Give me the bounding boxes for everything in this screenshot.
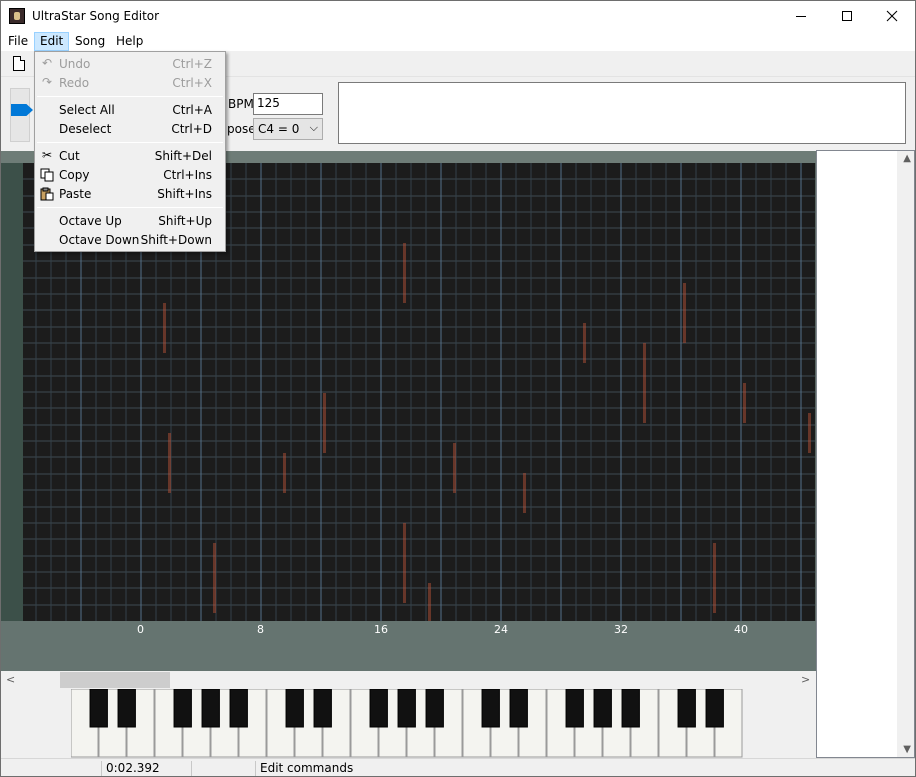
piano-black-key[interactable]: [117, 689, 136, 728]
status-cell-empty: [1, 761, 101, 776]
status-message: Edit commands: [255, 761, 815, 776]
piano-black-key[interactable]: [481, 689, 500, 728]
paste-icon: [40, 187, 54, 201]
menu-item-undo[interactable]: ↶ Undo Ctrl+Z: [37, 54, 223, 73]
beat-tick-label: 40: [734, 623, 748, 636]
scroll-right-icon[interactable]: >: [801, 673, 810, 686]
piano-black-key[interactable]: [677, 689, 696, 728]
menu-song[interactable]: Song: [69, 32, 111, 51]
menu-help[interactable]: Help: [110, 32, 149, 51]
status-time: 0:02.392: [101, 761, 191, 776]
close-icon: [886, 10, 898, 22]
menu-item-paste[interactable]: Paste Shift+Ins: [37, 184, 223, 203]
window-title: UltraStar Song Editor: [32, 9, 160, 23]
menu-bar: File Edit Song Help: [1, 31, 915, 51]
piano-black-key[interactable]: [369, 689, 388, 728]
piano-black-key[interactable]: [397, 689, 416, 728]
piano-black-key[interactable]: [173, 689, 192, 728]
chevron-down-icon: ⌵: [309, 121, 318, 134]
minimize-button[interactable]: [778, 1, 824, 31]
horizontal-scrollbar[interactable]: < >: [1, 671, 816, 689]
menu-separator: [37, 96, 223, 97]
menu-item-select-all[interactable]: Select All Ctrl+A: [37, 100, 223, 119]
piano-black-key[interactable]: [201, 689, 220, 728]
scroll-down-icon[interactable]: ▼: [903, 744, 911, 755]
menu-item-octave-up[interactable]: Octave Up Shift+Up: [37, 211, 223, 230]
beat-tick-label: 32: [614, 623, 628, 636]
beat-tick-label: 0: [137, 623, 144, 636]
new-document-icon[interactable]: [13, 56, 25, 71]
scissors-icon: ✂: [41, 148, 53, 162]
editor-left-band: [1, 163, 23, 621]
menu-separator: [37, 207, 223, 208]
menu-item-deselect[interactable]: Deselect Ctrl+D: [37, 119, 223, 138]
horizontal-scroll-thumb[interactable]: [60, 672, 170, 688]
piano-black-key[interactable]: [425, 689, 444, 728]
minimize-icon: [796, 15, 806, 17]
beat-tick-label: 16: [374, 623, 388, 636]
piano-black-key[interactable]: [565, 689, 584, 728]
copy-icon: [40, 168, 54, 182]
menu-item-copy[interactable]: Copy Ctrl+Ins: [37, 165, 223, 184]
piano-black-key[interactable]: [285, 689, 304, 728]
bpm-input[interactable]: 125: [253, 93, 323, 115]
status-cell-blank: [191, 761, 255, 776]
piano-black-key[interactable]: [89, 689, 108, 728]
scroll-left-icon[interactable]: <: [6, 673, 15, 686]
piano-black-key[interactable]: [705, 689, 724, 728]
piano-keyboard[interactable]: [71, 689, 743, 758]
beat-tick-label: 24: [494, 623, 508, 636]
lyrics-line-list[interactable]: ▲ ▼: [816, 150, 915, 758]
scroll-up-icon[interactable]: ▲: [903, 153, 911, 164]
close-button[interactable]: [869, 1, 915, 31]
beat-tick-label: 8: [257, 623, 264, 636]
piano-area: [1, 689, 816, 758]
maximize-icon: [842, 11, 852, 21]
lyrics-textarea[interactable]: [338, 82, 906, 144]
maximize-button[interactable]: [824, 1, 870, 31]
menu-edit[interactable]: Edit: [34, 32, 70, 51]
piano-black-key[interactable]: [621, 689, 640, 728]
piano-black-key[interactable]: [593, 689, 612, 728]
menu-file[interactable]: File: [2, 32, 34, 51]
menu-item-cut[interactable]: ✂ Cut Shift+Del: [37, 146, 223, 165]
piano-black-key[interactable]: [229, 689, 248, 728]
transpose-select[interactable]: C4 = 0 ⌵: [253, 118, 323, 140]
piano-black-key[interactable]: [509, 689, 528, 728]
menu-item-octave-down[interactable]: Octave Down Shift+Down: [37, 230, 223, 249]
edit-menu-dropdown: ↶ Undo Ctrl+Z ↷ Redo Ctrl+X Select All C…: [34, 51, 226, 252]
title-bar: UltraStar Song Editor: [1, 1, 915, 31]
editor-beat-ruler: [1, 621, 816, 671]
menu-separator: [37, 142, 223, 143]
piano-black-key[interactable]: [313, 689, 332, 728]
side-list-scrollbar[interactable]: ▲ ▼: [897, 151, 914, 757]
ultrastar-app-icon: [9, 8, 25, 24]
app-window: UltraStar Song Editor File Edit Song Hel…: [0, 0, 916, 777]
redo-icon: ↷: [41, 75, 53, 89]
status-bar: 0:02.392 Edit commands: [1, 758, 915, 776]
undo-icon: ↶: [41, 56, 53, 70]
transpose-value: C4 = 0: [258, 122, 300, 136]
menu-item-redo[interactable]: ↷ Redo Ctrl+X: [37, 73, 223, 92]
